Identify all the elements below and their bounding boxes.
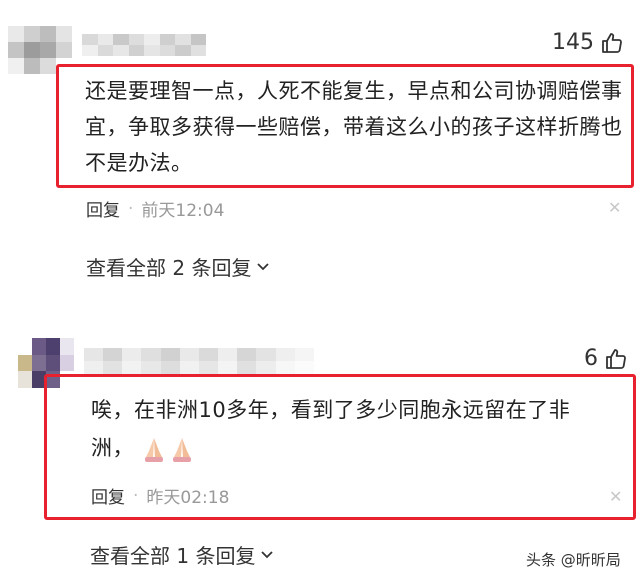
comment-meta: 回复 · 昨天02:18 <box>91 483 230 509</box>
comment-time: 前天12:04 <box>141 201 225 221</box>
close-icon[interactable]: ✕ <box>609 487 622 506</box>
view-all-replies-button[interactable]: 查看全部 2 条回复 <box>86 252 271 281</box>
watermark: 头条 @昕昕局 <box>526 551 621 569</box>
username-blurred[interactable] <box>82 34 206 56</box>
view-all-replies-button[interactable]: 查看全部 1 条回复 <box>90 540 275 569</box>
chevron-down-icon <box>255 255 271 279</box>
chevron-down-icon <box>259 543 275 567</box>
like-count: 6 <box>584 346 598 371</box>
view-all-replies-label: 查看全部 2 条回复 <box>86 256 252 280</box>
comment-text: 还是要理智一点，人死不能复生，早点和公司协调赔偿事宜，争取多获得一些赔偿，带着这… <box>85 79 623 175</box>
like-count: 145 <box>552 30 594 55</box>
reply-button[interactable]: 回复 <box>86 196 120 221</box>
thumbs-up-icon <box>600 31 624 55</box>
separator-dot: · <box>133 485 139 506</box>
comment-meta: 回复 · 前天12:04 <box>86 196 225 222</box>
close-icon[interactable]: ✕ <box>608 198 621 217</box>
thumbs-up-icon <box>604 347 628 371</box>
username-blurred[interactable] <box>84 348 314 374</box>
comment-text: 唉，在非洲10多年，看到了多少同胞永远留在了非洲， <box>91 391 591 467</box>
like-button[interactable]: 6 <box>584 346 628 371</box>
comment-time: 昨天02:18 <box>146 488 230 508</box>
reply-button[interactable]: 回复 <box>91 483 125 508</box>
separator-dot: · <box>128 198 134 219</box>
view-all-replies-label: 查看全部 1 条回复 <box>90 544 256 568</box>
comment-highlight-box: 还是要理智一点，人死不能复生，早点和公司协调赔偿事宜，争取多获得一些赔偿，带着这… <box>56 64 634 188</box>
comment-highlight-box: 唉，在非洲10多年，看到了多少同胞永远留在了非洲， 回复 · 昨天02:18 ✕ <box>44 374 636 520</box>
like-button[interactable]: 145 <box>552 30 624 55</box>
pray-hands-emoji <box>141 435 195 463</box>
